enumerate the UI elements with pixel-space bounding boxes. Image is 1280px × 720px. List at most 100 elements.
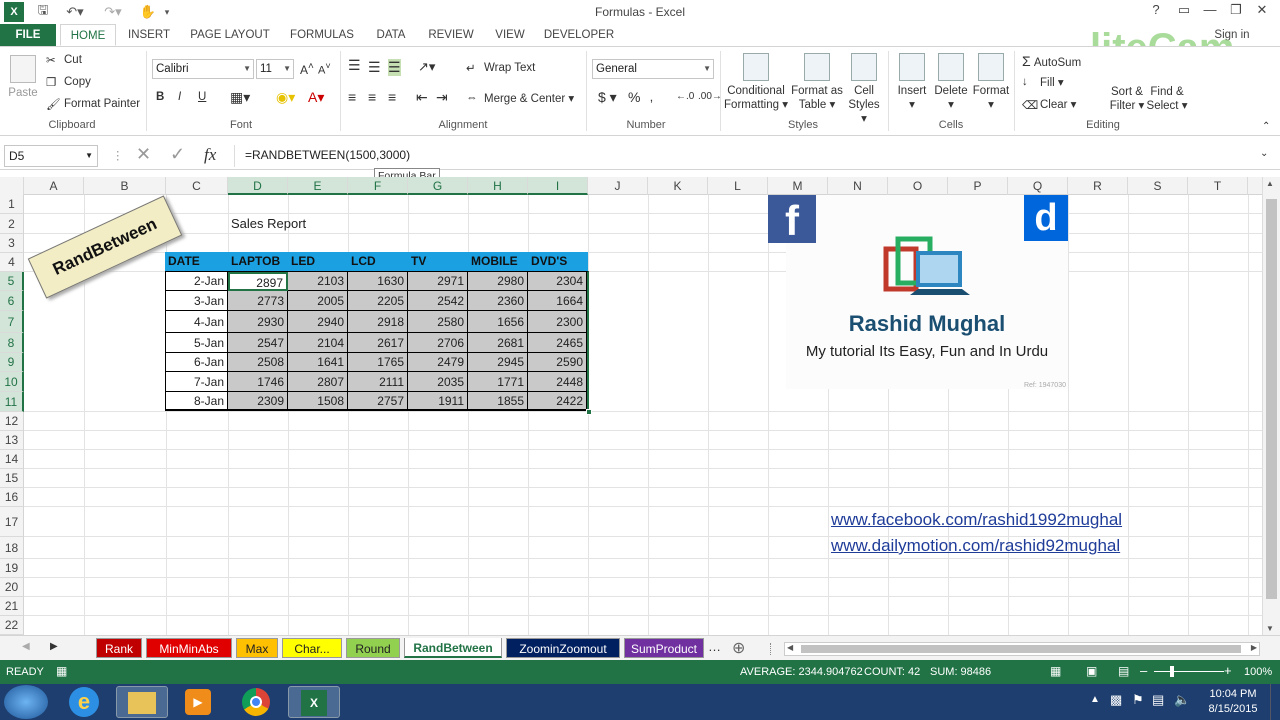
- align-center-icon[interactable]: ≡: [368, 89, 376, 105]
- tab-page-layout[interactable]: PAGE LAYOUT: [184, 24, 276, 46]
- grow-font-button[interactable]: A˄: [300, 61, 314, 77]
- data-cell[interactable]: 2309: [228, 392, 288, 410]
- data-cell[interactable]: 2945: [468, 353, 528, 372]
- bold-button[interactable]: B: [156, 91, 164, 103]
- prev-sheet-icon[interactable]: ◀: [22, 641, 30, 652]
- col-header[interactable]: R: [1068, 177, 1128, 195]
- align-middle-icon[interactable]: ☰: [368, 59, 381, 76]
- show-hidden-icons[interactable]: ▲: [1090, 694, 1100, 705]
- facebook-link[interactable]: www.facebook.com/rashid1992mughal: [831, 510, 1122, 530]
- font-size-select[interactable]: 11 ▼: [256, 59, 294, 79]
- copy-button[interactable]: ❐ Copy: [46, 75, 91, 89]
- zoom-level[interactable]: 100%: [1244, 666, 1272, 678]
- data-cell[interactable]: 2980: [468, 272, 528, 291]
- cancel-entry-icon[interactable]: ✕: [136, 144, 151, 165]
- tray-flag-icon[interactable]: ⚑: [1132, 692, 1144, 708]
- cut-button[interactable]: ✂ Cut: [46, 53, 82, 67]
- media-player-icon[interactable]: ▶: [172, 686, 224, 718]
- tab-home[interactable]: HOME: [60, 24, 116, 46]
- date-cell[interactable]: 8-Jan: [166, 392, 228, 410]
- row-header[interactable]: 12: [0, 412, 24, 431]
- sheet-tab-round[interactable]: Round: [346, 638, 400, 658]
- worksheet-grid[interactable]: Sales Report DATE LAPTOB LED LCD TV MOBI…: [24, 195, 1262, 635]
- find-select-button[interactable]: Find & Select ▾: [1144, 85, 1190, 113]
- col-header[interactable]: O: [888, 177, 948, 195]
- show-desktop-button[interactable]: [1270, 684, 1280, 720]
- row-header[interactable]: 20: [0, 578, 24, 597]
- insert-cells-button[interactable]: Insert ▾: [894, 53, 930, 112]
- scroll-down-icon[interactable]: ▼: [1266, 624, 1274, 633]
- number-format-select[interactable]: General ▼: [592, 59, 714, 79]
- align-top-icon[interactable]: ☰: [348, 57, 361, 74]
- col-header[interactable]: C: [166, 177, 228, 195]
- delete-cells-button[interactable]: Delete ▾: [932, 53, 970, 112]
- data-cell[interactable]: 1765: [348, 353, 408, 372]
- row-header[interactable]: 21: [0, 597, 24, 616]
- macro-record-icon[interactable]: ▦: [56, 664, 67, 678]
- row-header[interactable]: 2: [0, 214, 24, 234]
- more-sheets-icon[interactable]: …: [708, 639, 721, 654]
- autosum-button[interactable]: Σ AutoSum: [1022, 53, 1081, 69]
- wrap-text-button[interactable]: ↵ Wrap Text: [466, 61, 535, 75]
- increase-indent-icon[interactable]: ⇥: [436, 89, 448, 106]
- clear-button[interactable]: ⌫ Clear ▾: [1022, 97, 1076, 112]
- date-cell[interactable]: 6-Jan: [166, 353, 228, 372]
- data-cell[interactable]: 1508: [288, 392, 348, 410]
- data-cell[interactable]: 2930: [228, 311, 288, 333]
- data-cell[interactable]: 1656: [468, 311, 528, 333]
- network-icon[interactable]: ▤: [1152, 692, 1164, 708]
- help-icon[interactable]: ?: [1144, 2, 1168, 22]
- row-header[interactable]: 8: [0, 333, 24, 353]
- data-cell[interactable]: 1746: [228, 372, 288, 392]
- row-header[interactable]: 7: [0, 311, 24, 333]
- zoom-slider-thumb[interactable]: [1170, 666, 1174, 677]
- data-cell[interactable]: 1855: [468, 392, 528, 410]
- next-sheet-icon[interactable]: ▶: [50, 641, 58, 652]
- date-cell[interactable]: 5-Jan: [166, 333, 228, 353]
- currency-button[interactable]: $ ▾: [598, 89, 617, 106]
- page-break-view-icon[interactable]: ▤: [1118, 664, 1129, 678]
- header-cell[interactable]: LCD: [348, 252, 408, 271]
- cell-styles-button[interactable]: Cell Styles ▾: [844, 53, 884, 126]
- font-name-select[interactable]: Calibri ▼: [152, 59, 254, 79]
- fill-color-icon[interactable]: ◉▾: [276, 89, 295, 106]
- data-cell[interactable]: 2422: [528, 392, 587, 410]
- data-cell[interactable]: 2304: [528, 272, 587, 291]
- confirm-entry-icon[interactable]: ✓: [170, 144, 185, 165]
- fill-handle[interactable]: [586, 409, 592, 415]
- row-header[interactable]: 11: [0, 392, 24, 412]
- col-header[interactable]: A: [24, 177, 84, 195]
- scroll-thumb[interactable]: [1266, 199, 1277, 599]
- data-cell[interactable]: 1771: [468, 372, 528, 392]
- horizontal-scrollbar[interactable]: ◀ ▶: [784, 642, 1260, 656]
- percent-button[interactable]: %: [628, 89, 640, 105]
- taskbar-time[interactable]: 10:04 PM: [1200, 688, 1266, 700]
- row-header[interactable]: 13: [0, 431, 24, 450]
- header-cell[interactable]: LAPTOB: [228, 252, 288, 271]
- select-all-corner[interactable]: [0, 177, 24, 195]
- decrease-decimal-icon[interactable]: .00→: [698, 91, 722, 102]
- comma-style-icon[interactable]: ‚: [650, 89, 653, 104]
- data-cell[interactable]: 2971: [408, 272, 468, 291]
- ribbon-display-icon[interactable]: ▭: [1172, 2, 1196, 22]
- sheet-title[interactable]: Sales Report: [228, 214, 309, 234]
- excel-taskbar-icon[interactable]: X: [288, 686, 340, 718]
- col-header[interactable]: M: [768, 177, 828, 195]
- col-header[interactable]: E: [288, 177, 348, 195]
- row-header[interactable]: 4: [0, 253, 24, 272]
- sheet-tab-sumproduct[interactable]: SumProduct: [624, 638, 704, 658]
- tab-view[interactable]: VIEW: [488, 24, 532, 46]
- row-header[interactable]: 18: [0, 537, 24, 559]
- volume-icon[interactable]: 🔈: [1174, 692, 1190, 708]
- tray-icon[interactable]: ▩: [1110, 692, 1122, 708]
- data-cell[interactable]: 2360: [468, 291, 528, 311]
- header-cell[interactable]: DATE: [165, 252, 228, 271]
- sheet-tab-randbetween[interactable]: RandBetween: [404, 638, 502, 658]
- align-left-icon[interactable]: ≡: [348, 89, 356, 105]
- sheet-tab-minminabs[interactable]: MinMinAbs: [146, 638, 232, 658]
- date-cell[interactable]: 7-Jan: [166, 372, 228, 392]
- sheet-tab-zoominzoomout[interactable]: ZoominZoomout: [506, 638, 620, 658]
- taskbar-date[interactable]: 8/15/2015: [1200, 703, 1266, 715]
- data-cell[interactable]: 2205: [348, 291, 408, 311]
- header-cell[interactable]: DVD'S: [528, 252, 588, 271]
